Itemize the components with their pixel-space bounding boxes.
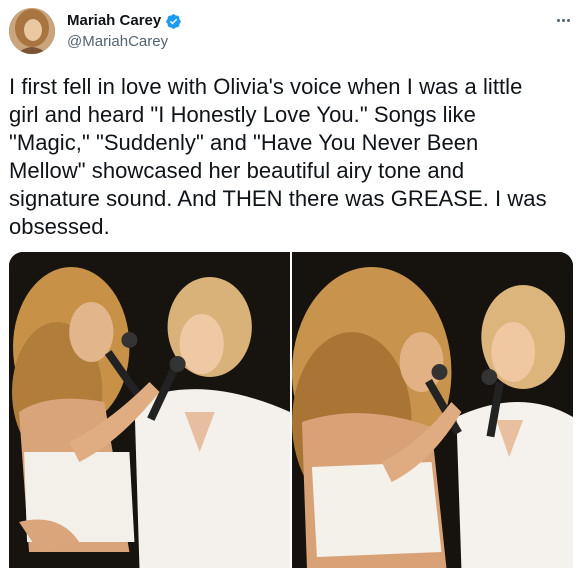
concert-photo-icon	[9, 252, 290, 568]
author-display-name[interactable]: Mariah Carey	[67, 12, 161, 30]
avatar-photo	[9, 8, 55, 54]
tweet-text: I first fell in love with Olivia's voice…	[9, 74, 547, 239]
tweet-media[interactable]	[9, 252, 573, 568]
concert-photo-icon	[292, 252, 573, 568]
author-avatar[interactable]	[9, 8, 55, 54]
author-name-row: Mariah Carey	[67, 12, 182, 30]
more-horizontal-icon[interactable]	[552, 12, 574, 28]
media-photo-right[interactable]	[292, 252, 573, 568]
media-photo-left[interactable]	[9, 252, 290, 568]
verified-badge-icon	[166, 13, 181, 29]
author-handle[interactable]: @MariahCarey	[67, 33, 168, 51]
